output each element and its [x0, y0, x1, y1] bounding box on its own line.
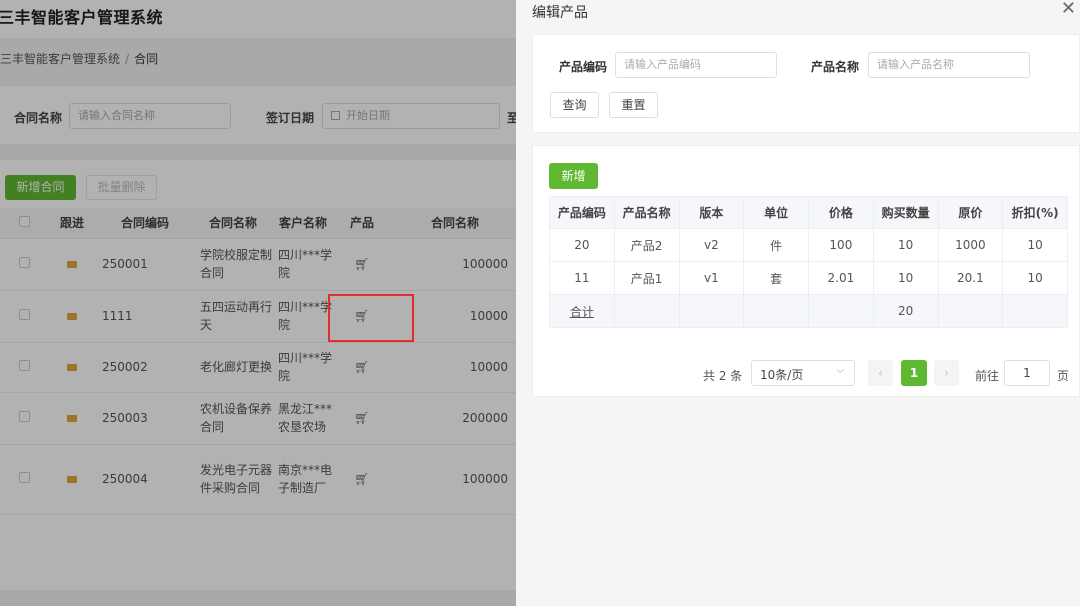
- cell-quantity: 10: [872, 228, 939, 262]
- summary-quantity: 20: [872, 294, 939, 328]
- header-discount: 折扣(%): [1002, 196, 1068, 229]
- cell-product-name: 产品1: [613, 261, 680, 295]
- pagination-total: 共 2 条: [703, 369, 743, 383]
- goto-page-input[interactable]: 1: [1004, 360, 1050, 386]
- product-code-label: 产品编码: [559, 60, 608, 74]
- table-row[interactable]: 11 产品1 v1 套 2.01 10 20.1 10: [549, 261, 1068, 295]
- cell-unit: 套: [743, 261, 809, 295]
- table-row[interactable]: 20 产品2 v2 件 100 10 1000 10: [549, 228, 1068, 262]
- add-product-button[interactable]: 新增: [549, 163, 598, 189]
- cell-original-price: 20.1: [937, 261, 1004, 295]
- cell-product-name: 产品2: [613, 228, 680, 262]
- page-size-select[interactable]: 10条/页 ⌵: [751, 360, 855, 386]
- cell-discount: 10: [1002, 228, 1068, 262]
- cell-unit: 件: [743, 228, 809, 262]
- summary-label: 合计: [569, 304, 594, 319]
- page-suffix: 页: [1057, 369, 1070, 383]
- product-list-panel: 新增 产品编码 产品名称 版本 单位 价格 购买数量 原价 折扣(%) 20 产…: [532, 145, 1080, 397]
- header-version: 版本: [678, 196, 745, 229]
- query-button[interactable]: 查询: [550, 92, 599, 118]
- goto-label: 前往: [975, 369, 1000, 383]
- cell-original-price: 1000: [937, 228, 1004, 262]
- product-name-input[interactable]: 请输入产品名称: [868, 52, 1030, 78]
- header-unit: 单位: [743, 196, 809, 229]
- summary-row: 合计 20: [549, 294, 1068, 328]
- header-original-price: 原价: [937, 196, 1004, 229]
- cell-version: v2: [678, 228, 745, 262]
- product-search-panel: 产品编码 请输入产品编码 产品名称 请输入产品名称 查询 重置: [532, 34, 1080, 133]
- drawer-title: 编辑产品: [532, 5, 588, 21]
- product-name-label: 产品名称: [811, 60, 860, 74]
- page-size-value: 10条/页: [760, 368, 804, 382]
- cell-product-code: 20: [549, 228, 615, 262]
- header-price: 价格: [808, 196, 874, 229]
- cell-price: 100: [808, 228, 874, 262]
- header-product-name: 产品名称: [613, 196, 680, 229]
- page-number-button[interactable]: 1: [901, 360, 927, 386]
- edit-product-drawer: 编辑产品 ✕ 产品编码 请输入产品编码 产品名称 请输入产品名称 查询 重置 新…: [516, 0, 1080, 606]
- highlight-annotation: [328, 294, 414, 342]
- cell-price: 2.01: [808, 261, 874, 295]
- cell-discount: 10: [1002, 261, 1068, 295]
- header-product-code: 产品编码: [549, 196, 615, 229]
- product-code-input[interactable]: 请输入产品编码: [615, 52, 777, 78]
- product-table: 产品编码 产品名称 版本 单位 价格 购买数量 原价 折扣(%) 20 产品2 …: [549, 196, 1068, 328]
- prev-page-button[interactable]: ‹: [868, 360, 893, 386]
- header-quantity: 购买数量: [872, 196, 939, 229]
- cell-version: v1: [678, 261, 745, 295]
- close-icon[interactable]: ✕: [1061, 0, 1076, 19]
- cell-quantity: 10: [872, 261, 939, 295]
- reset-button[interactable]: 重置: [609, 92, 658, 118]
- chevron-down-icon: ⌵: [836, 365, 844, 376]
- next-page-button[interactable]: ›: [934, 360, 959, 386]
- cell-product-code: 11: [549, 261, 615, 295]
